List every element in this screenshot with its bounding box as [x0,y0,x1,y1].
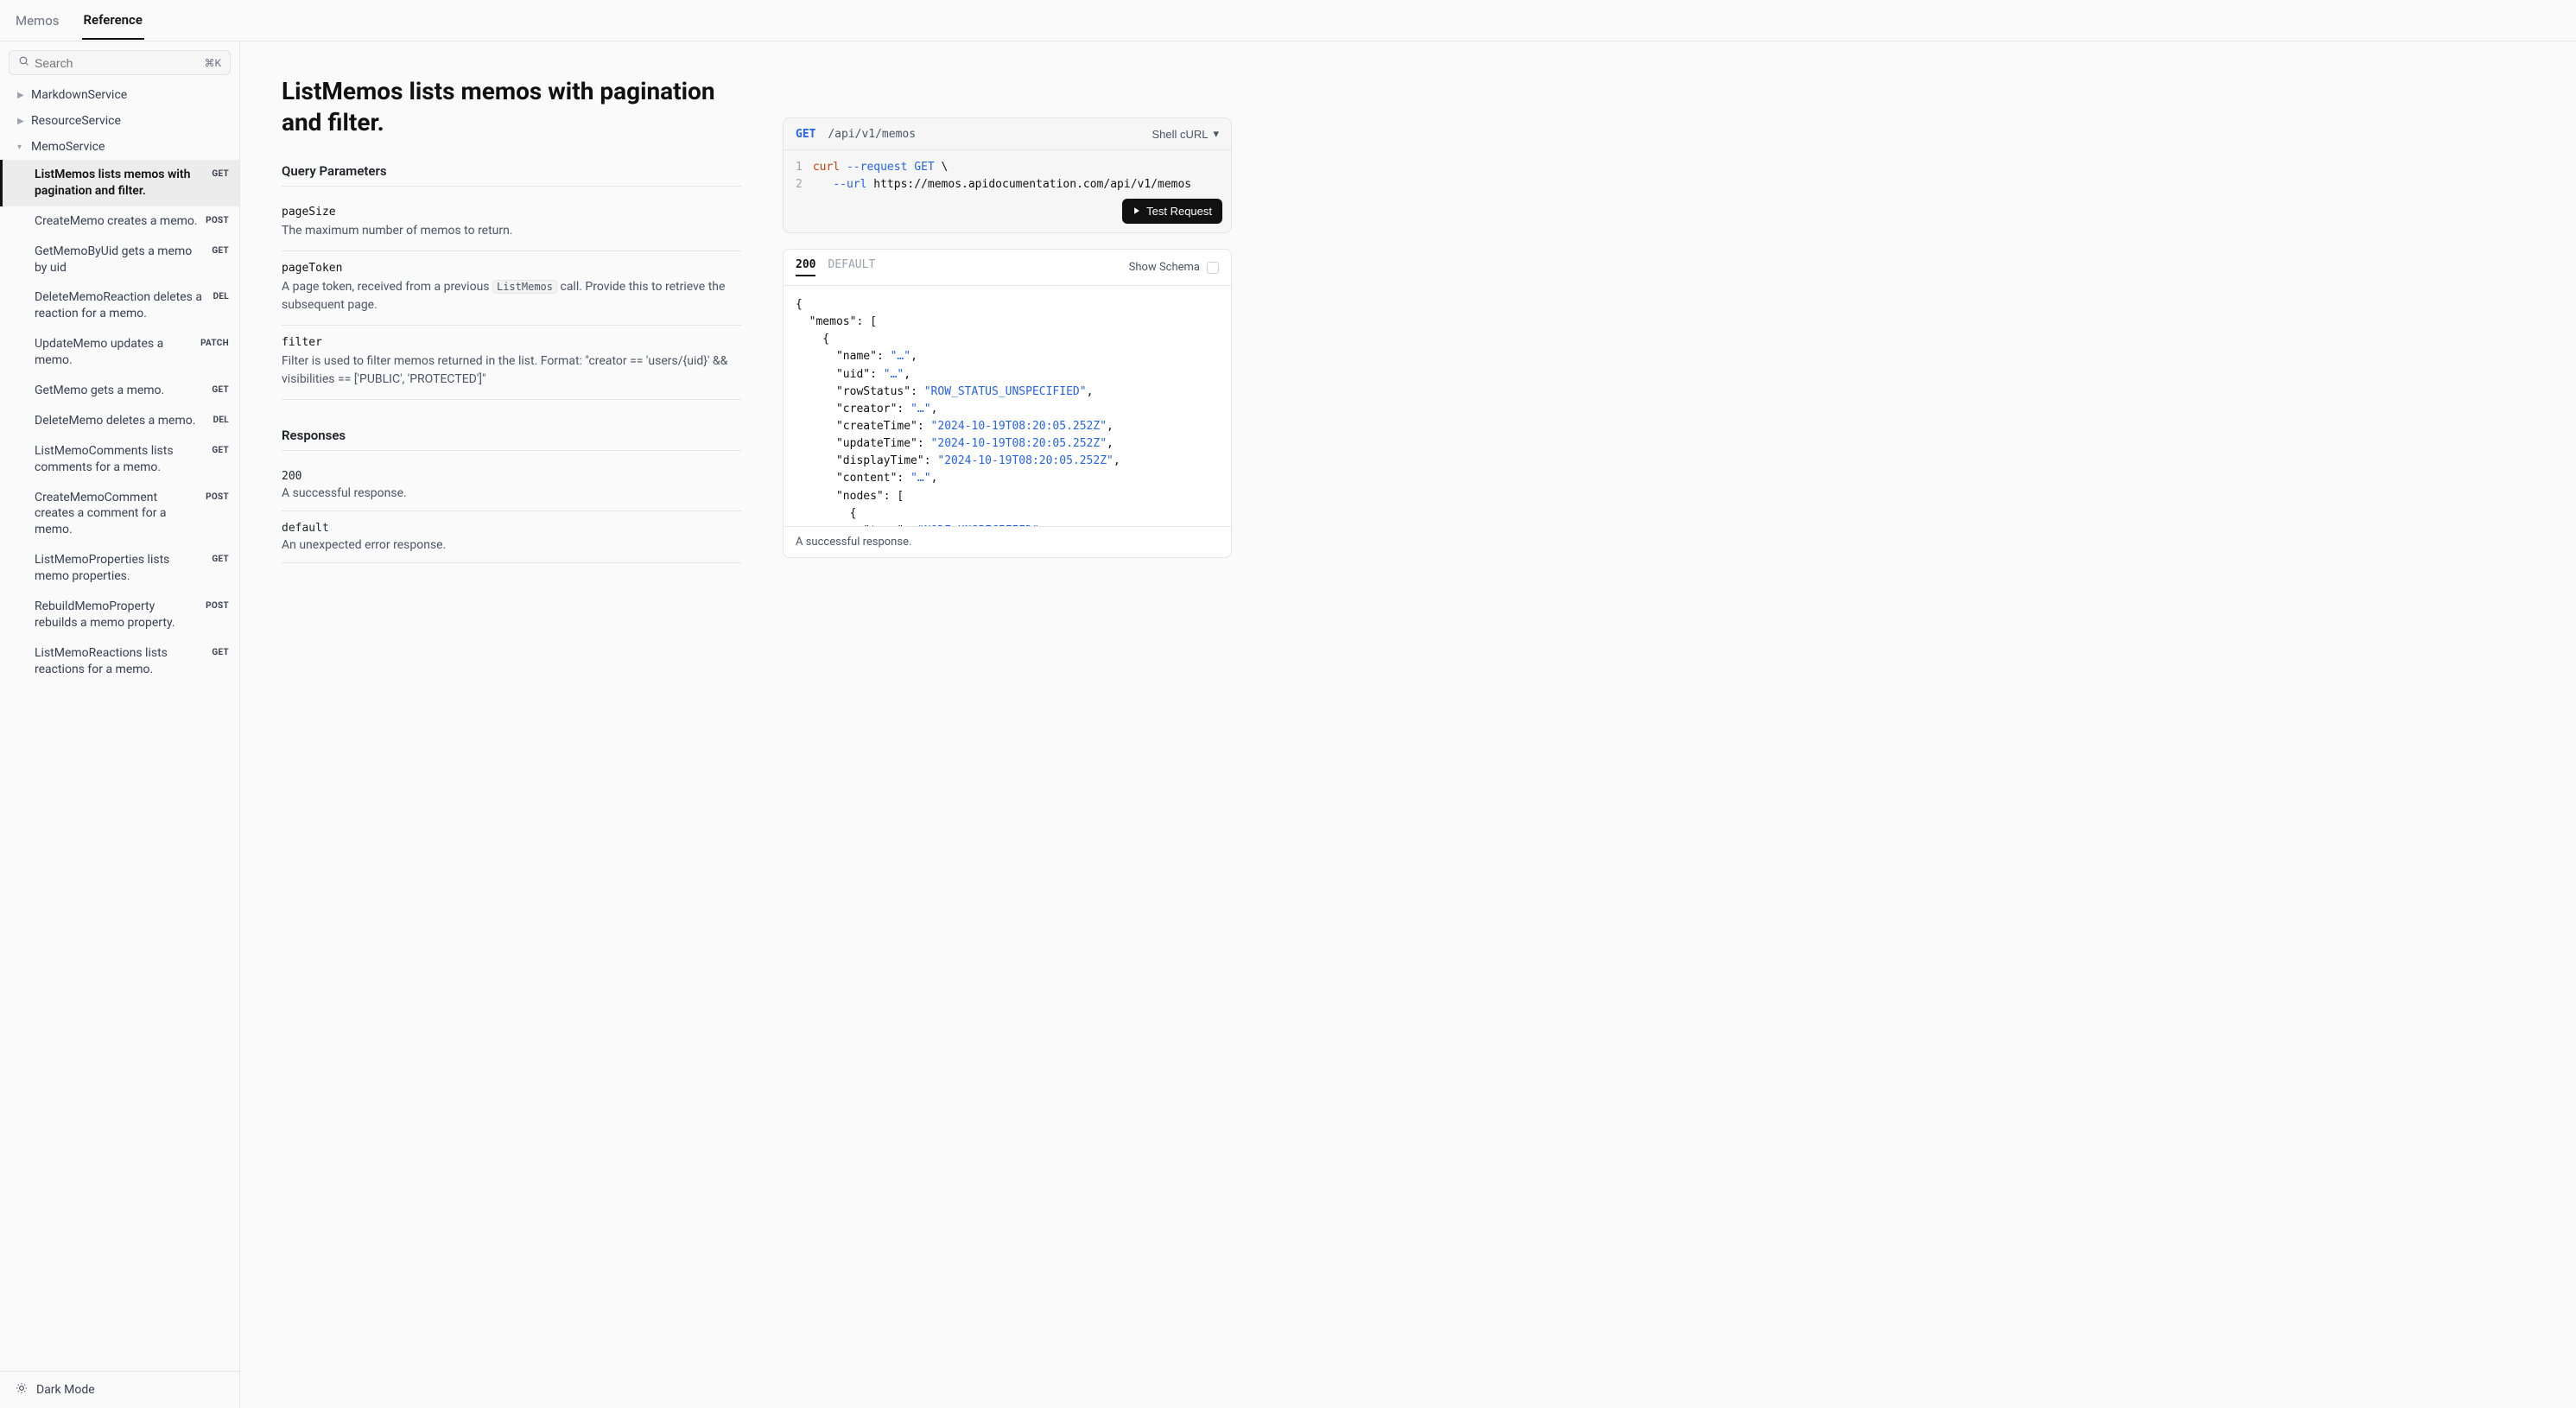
param-desc: The maximum number of memos to return. [282,222,741,240]
nav-item-create-memo[interactable]: CreateMemo creates a memo. POST [0,206,239,237]
page-title: ListMemos lists memos with pagination an… [282,76,741,139]
play-icon [1133,205,1141,218]
nav-item-create-memo-comment[interactable]: CreateMemoComment creates a comment for … [0,483,239,546]
nav-item-label: ListMemoProperties lists memo properties… [35,552,212,585]
method-tag: DEL [213,291,229,303]
nav-group-memo-service[interactable]: ▾ MemoService [0,134,239,160]
nav-group-resource-service[interactable]: ▶ ResourceService [0,108,239,134]
request-path: /api/v1/memos [828,128,916,141]
nav-item-label: ListMemoComments lists comments for a me… [35,443,212,476]
dark-mode-label: Dark Mode [36,1383,95,1397]
method-tag: GET [212,445,229,457]
tab-memos[interactable]: Memos [14,3,61,39]
response-code: default [282,522,741,535]
lang-selector[interactable]: Shell cURL ▾ [1152,127,1219,141]
nav-group-label: MarkdownService [31,88,127,102]
nav-item-label: RebuildMemoProperty rebuilds a memo prop… [35,599,206,631]
method-tag: POST [206,492,229,504]
response-default: default An unexpected error response. [282,511,741,563]
chevron-down-icon: ▾ [1213,127,1219,141]
response-code: 200 [282,470,741,483]
method-tag: DEL [213,415,229,427]
search-input-wrapper[interactable]: ⌘K [9,50,231,75]
test-request-label: Test Request [1146,205,1212,218]
nav-item-label: CreateMemoComment creates a comment for … [35,490,206,539]
method-tag: GET [212,168,229,181]
sidebar-nav: ▶ MarkdownService ▶ ResourceService ▾ Me… [0,80,239,1371]
nav-item-label: GetMemo gets a memo. [35,383,212,399]
json-response-body: { "memos": [ { "name": "…", "uid": "…", … [784,286,1231,526]
response-200: 200 A successful response. [282,460,741,511]
method-tag: GET [212,554,229,566]
sun-icon [16,1382,28,1398]
response-footer: A successful response. [784,526,1231,557]
method-tag: GET [212,647,229,659]
param-name: pageSize [282,206,741,219]
nav-item-delete-memo[interactable]: DeleteMemo deletes a memo. DEL [0,406,239,436]
nav-item-label: ListMemos lists memos with pagination an… [35,167,212,200]
method-tag: PATCH [200,338,229,350]
lang-label: Shell cURL [1152,128,1208,141]
response-tab-default[interactable]: DEFAULT [828,258,875,276]
search-shortcut: ⌘K [204,57,221,69]
nav-item-label: ListMemoReactions lists reactions for a … [35,645,212,678]
param-desc: A page token, received from a previous L… [282,278,741,314]
nav-item-delete-memo-reaction[interactable]: DeleteMemoReaction deletes a reaction fo… [0,282,239,329]
request-card: GET /api/v1/memos Shell cURL ▾ 1curl --r… [783,117,1232,233]
param-page-token: pageToken A page token, received from a … [282,251,741,326]
nav-item-list-memo-comments[interactable]: ListMemoComments lists comments for a me… [0,436,239,483]
query-params-heading: Query Parameters [282,163,741,187]
nav-item-get-memo[interactable]: GetMemo gets a memo. GET [0,376,239,406]
param-desc: Filter is used to filter memos returned … [282,352,741,389]
sidebar: ⌘K ▶ MarkdownService ▶ ResourceService ▾… [0,41,240,1408]
tab-reference[interactable]: Reference [82,2,144,40]
response-desc: An unexpected error response. [282,538,741,552]
nav-item-label: DeleteMemoReaction deletes a reaction fo… [35,289,213,322]
nav-item-get-memo-by-uid[interactable]: GetMemoByUid gets a memo by uid GET [0,237,239,283]
nav-item-label: UpdateMemo updates a memo. [35,336,200,369]
nav-group-markdown-service[interactable]: ▶ MarkdownService [0,82,239,108]
param-page-size: pageSize The maximum number of memos to … [282,195,741,251]
method-tag: GET [212,384,229,396]
test-request-button[interactable]: Test Request [1122,199,1222,224]
show-schema-label: Show Schema [1129,261,1200,274]
dark-mode-toggle[interactable]: Dark Mode [0,1371,239,1408]
param-desc-text: A page token, received from a previous [282,280,492,294]
main-content: ListMemos lists memos with pagination an… [240,41,2576,1408]
method-tag: POST [206,600,229,612]
response-desc: A successful response. [282,486,741,500]
response-tab-200[interactable]: 200 [796,258,815,276]
nav-item-list-memo-properties[interactable]: ListMemoProperties lists memo properties… [0,545,239,592]
chevron-right-icon: ▶ [17,117,26,126]
method-tag: GET [212,245,229,257]
responses-heading: Responses [282,428,741,451]
param-name: filter [282,336,741,349]
request-method: GET [796,128,815,141]
search-input[interactable] [35,56,204,70]
search-icon [18,55,29,70]
request-header: GET /api/v1/memos Shell cURL ▾ [784,118,1231,150]
response-header: 200 DEFAULT Show Schema [784,250,1231,286]
chevron-down-icon: ▾ [17,143,26,152]
param-name: pageToken [282,262,741,275]
nav-group-label: ResourceService [31,114,121,128]
show-schema-toggle[interactable]: Show Schema [1129,261,1219,274]
nav-item-update-memo[interactable]: UpdateMemo updates a memo. PATCH [0,329,239,376]
nav-item-list-memos[interactable]: ListMemos lists memos with pagination an… [0,160,239,206]
response-card: 200 DEFAULT Show Schema { "memos": [ { "… [783,249,1232,558]
nav-item-label: DeleteMemo deletes a memo. [35,413,213,429]
nav-item-label: CreateMemo creates a memo. [35,213,206,230]
param-filter: filter Filter is used to filter memos re… [282,326,741,400]
top-nav: Memos Reference [0,0,2576,41]
nav-group-label: MemoService [31,140,105,154]
nav-item-list-memo-reactions[interactable]: ListMemoReactions lists reactions for a … [0,638,239,685]
checkbox-icon [1207,262,1219,274]
nav-item-rebuild-memo-property[interactable]: RebuildMemoProperty rebuilds a memo prop… [0,592,239,638]
nav-item-label: GetMemoByUid gets a memo by uid [35,244,212,276]
chevron-right-icon: ▶ [17,91,26,100]
method-tag: POST [206,215,229,227]
inline-code: ListMemos [492,280,557,294]
